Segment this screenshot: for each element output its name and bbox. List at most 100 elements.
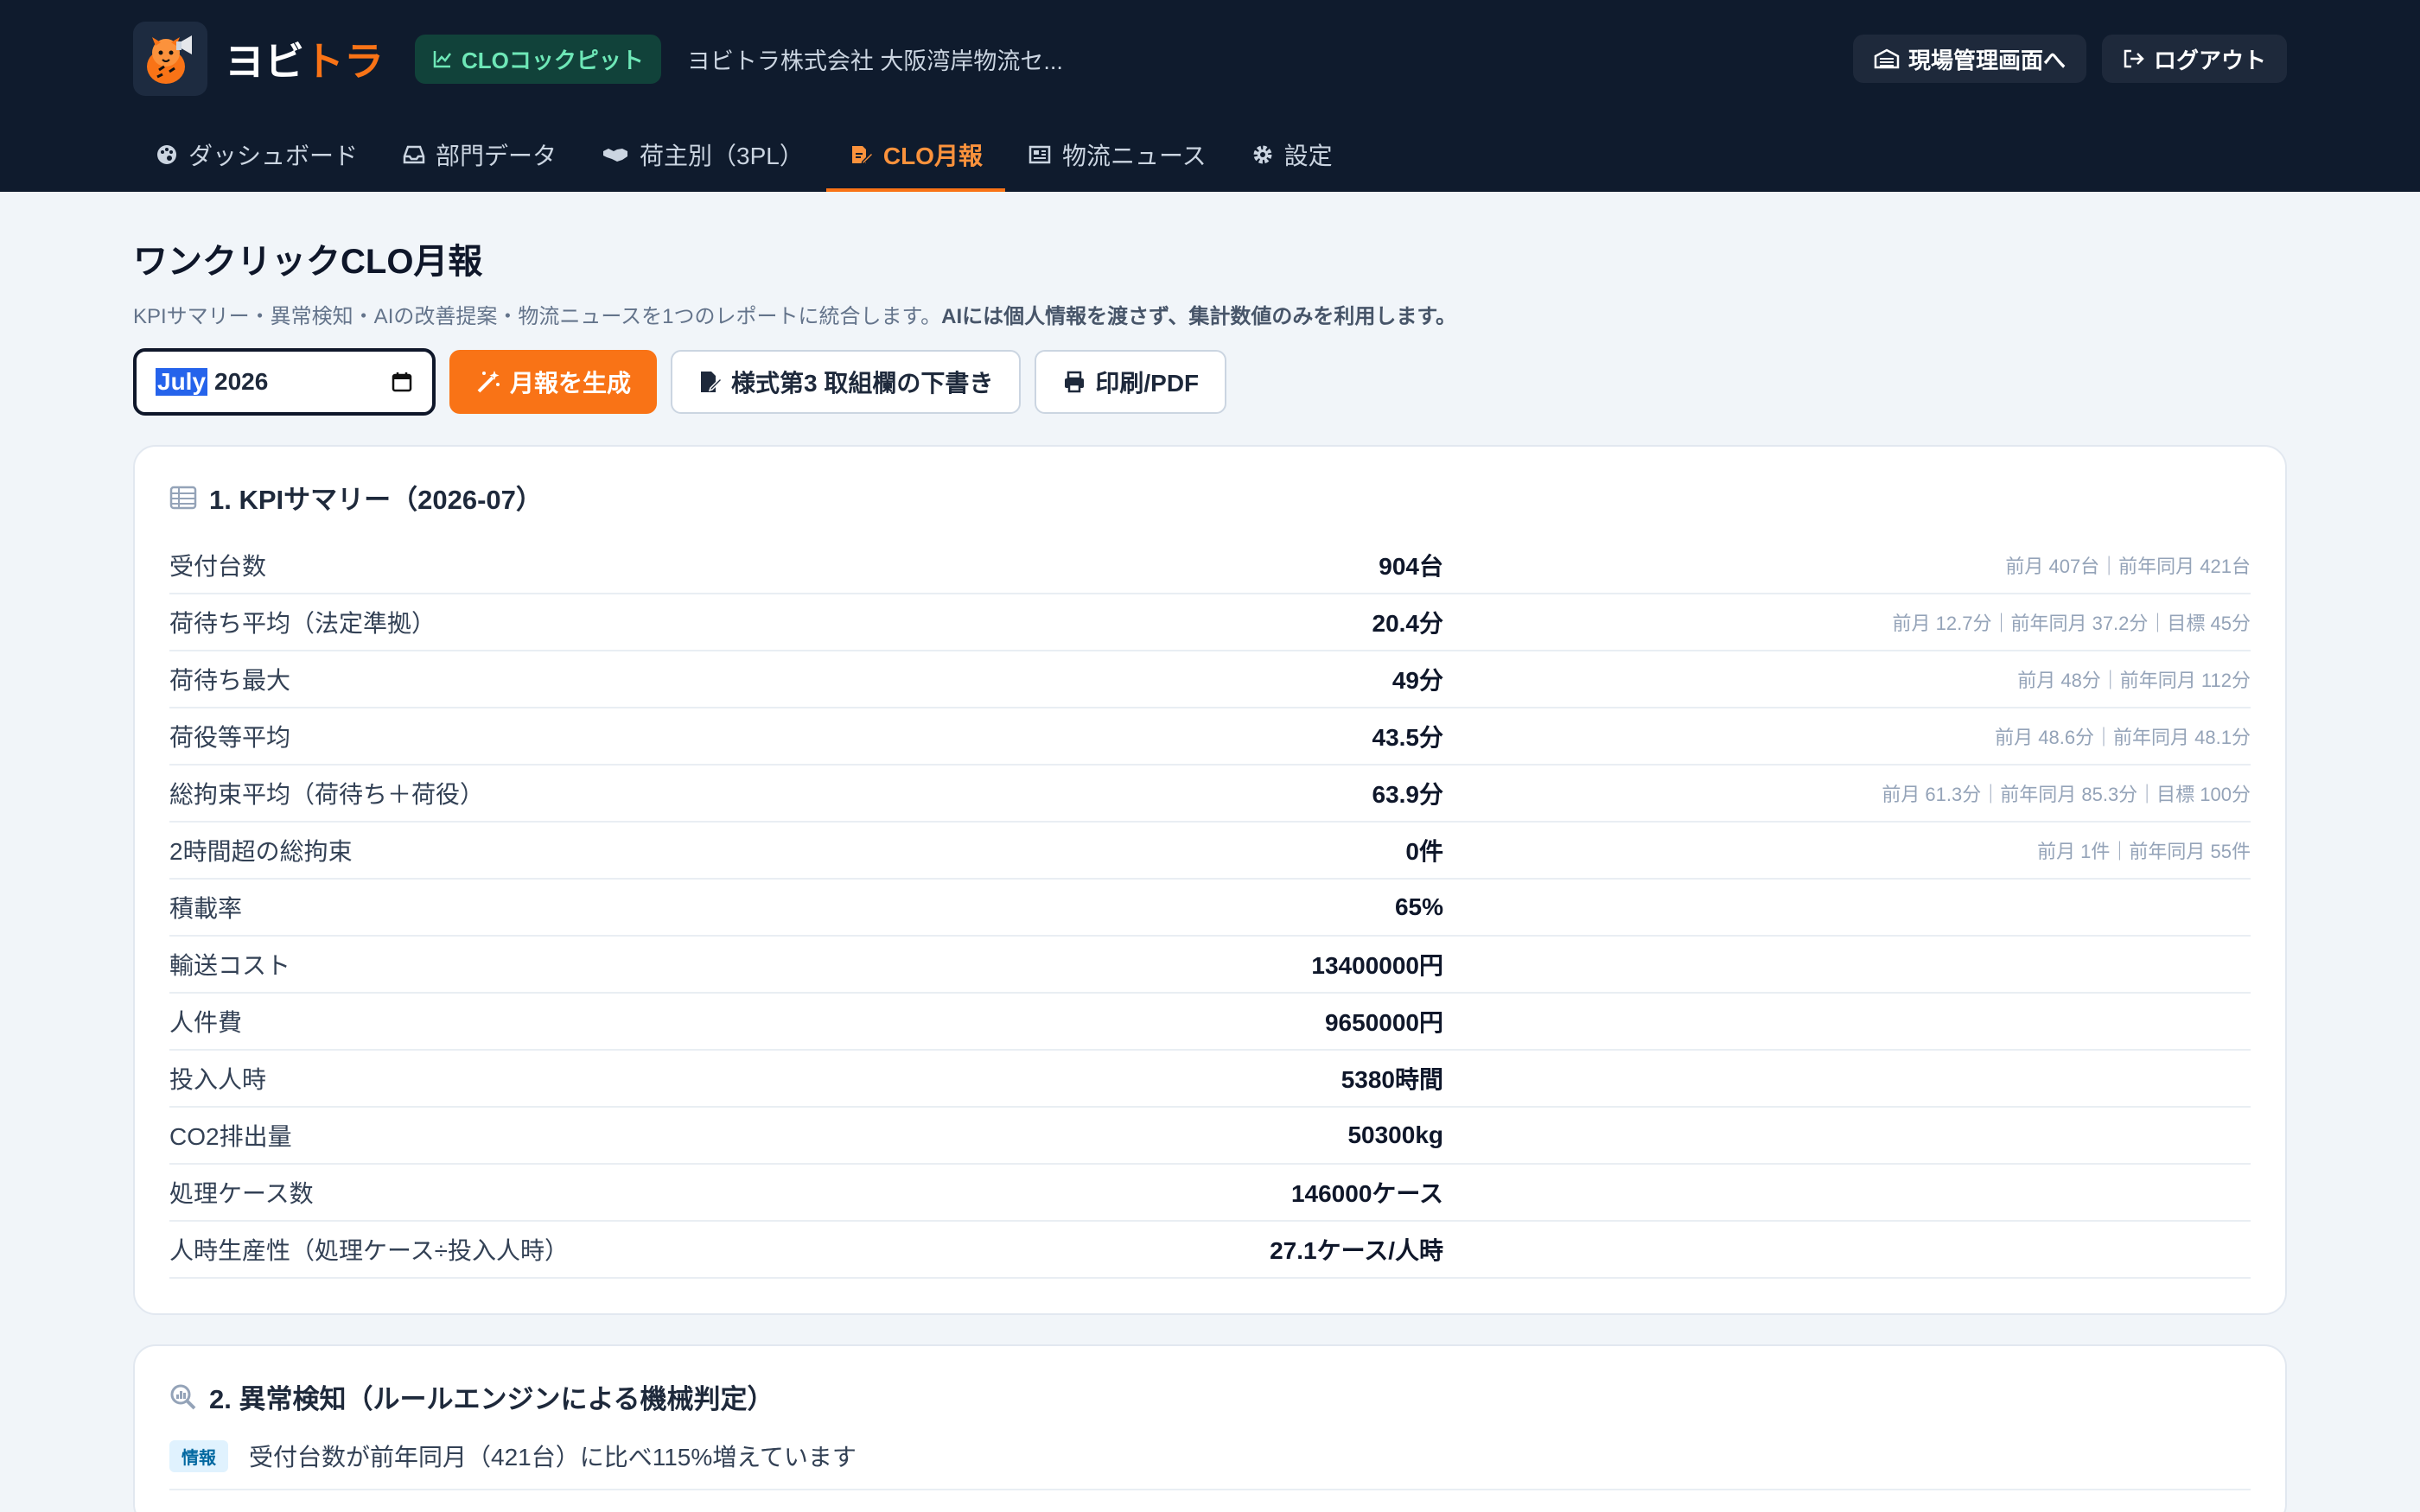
kpi-label: 輸送コスト <box>169 952 291 979</box>
nav-logistics-news-label: 物流ニュース <box>1061 143 1207 169</box>
page-title: ワンクリックCLO月報 <box>133 243 483 281</box>
kpi-comparison: 前月 1件｜前年同月 55件 <box>2037 841 2251 862</box>
severity-badge: 情報 <box>169 1439 228 1472</box>
kpi-value: 20.4分 <box>1372 610 1444 637</box>
nav-shipper-3pl[interactable]: 荷主別（3PL） <box>579 118 826 192</box>
generate-report-button[interactable]: 月報を生成 <box>449 350 658 414</box>
print-pdf-button[interactable]: 印刷/PDF <box>1035 350 1227 414</box>
kpi-comparison: 前月 48分｜前年同月 112分 <box>2017 670 2251 691</box>
page-subtitle-plain: KPIサマリー・異常検知・AIの改善提案・物流ニュースを1つのレポートに統合しま… <box>133 305 942 328</box>
month-picker-input[interactable]: July 2026 <box>133 348 436 416</box>
nav-dashboard[interactable]: ダッシュボード <box>133 118 380 192</box>
kpi-label: 投入人時 <box>169 1066 267 1093</box>
kpi-value: 27.1ケース/人時 <box>1270 1237 1443 1264</box>
kpi-label: 人時生産性（処理ケース÷投入人時） <box>169 1237 569 1264</box>
table-row: 処理ケース数 146000ケース <box>169 1165 2251 1222</box>
site-management-label: 現場管理画面へ <box>1907 47 2066 73</box>
logout-label: ログアウト <box>2153 47 2266 73</box>
kpi-label: 2時間超の総拘束 <box>169 838 353 865</box>
print-pdf-label: 印刷/PDF <box>1095 370 1200 397</box>
nav-dashboard-label: ダッシュボード <box>188 143 359 169</box>
header-actions: 現場管理画面へ ログアウト <box>1852 35 2287 83</box>
kpi-label: 受付台数 <box>169 553 267 580</box>
anomaly-title: 2. 異常検知（ルールエンジンによる機械判定） <box>169 1377 2251 1416</box>
printer-icon <box>1062 370 1086 394</box>
nav-logistics-news[interactable]: 物流ニュース <box>1005 118 1229 192</box>
anomaly-text: 受付台数が前年同月（421台）に比べ115%増えています <box>249 1444 857 1471</box>
nav-clo-report-label: CLO月報 <box>882 143 983 169</box>
table-row: 2時間超の総拘束 0件 前月 1件｜前年同月 55件 <box>169 823 2251 880</box>
tiger-logo-icon[interactable] <box>133 22 207 96</box>
chart-line-icon <box>432 48 453 69</box>
kpi-value: 50300kg <box>1347 1121 1443 1148</box>
kpi-value: 0件 <box>1405 838 1443 865</box>
table-row: CO2排出量 50300kg <box>169 1108 2251 1165</box>
kpi-value: 904台 <box>1379 553 1443 580</box>
page-subtitle: KPIサマリー・異常検知・AIの改善提案・物流ニュースを1つのレポートに統合しま… <box>133 299 2287 329</box>
nav-shipper-3pl-label: 荷主別（3PL） <box>640 143 804 169</box>
brand-row: ヨビトラ CLOコックピット ヨビトラ株式会社 大阪湾岸物流セ... 現場管理画… <box>0 0 2420 118</box>
table-row: 荷待ち平均（法定準拠） 20.4分 前月 12.7分｜前年同月 37.2分｜目標 4… <box>169 594 2251 651</box>
kpi-summary-title: 1. KPIサマリー（2026-07） <box>169 478 2251 517</box>
table-row: 人時生産性（処理ケース÷投入人時） 27.1ケース/人時 <box>169 1222 2251 1279</box>
inbox-icon <box>403 144 425 165</box>
kpi-value: 5380時間 <box>1341 1066 1443 1093</box>
newspaper-icon <box>1028 144 1052 165</box>
clo-cockpit-badge: CLOコックピット <box>415 34 661 84</box>
kpi-value: 65% <box>1394 893 1443 920</box>
brand-name: ヨビトラ <box>225 30 384 87</box>
main-nav: ダッシュボード 部門データ 荷主別（3PL） CLO月報 物流ニュース 設定 <box>0 118 2420 192</box>
kpi-label: 荷待ち最大 <box>169 667 291 694</box>
table-icon <box>169 485 197 511</box>
file-signature-icon <box>698 369 723 395</box>
page-subtitle-bold: AIには個人情報を渡さず、集計数値のみを利用します。 <box>941 305 1457 328</box>
site-management-button[interactable]: 現場管理画面へ <box>1852 35 2086 83</box>
magic-wand-icon <box>475 369 501 395</box>
warehouse-icon <box>1874 48 1900 69</box>
brand-accent: トラ <box>304 39 384 84</box>
table-row: 輸送コスト 13400000円 <box>169 937 2251 994</box>
kpi-label: CO2排出量 <box>169 1123 292 1150</box>
brand-prefix: ヨビ <box>225 39 304 84</box>
table-row: 人件費 9650000円 <box>169 994 2251 1051</box>
kpi-label: 人件費 <box>169 1009 243 1036</box>
kpi-value: 63.9分 <box>1372 781 1444 808</box>
nav-settings-label: 設定 <box>1283 143 1333 169</box>
kpi-comparison: 前月 61.3分｜前年同月 85.3分｜目標 100分 <box>1882 784 2251 805</box>
top-header: ヨビトラ CLOコックピット ヨビトラ株式会社 大阪湾岸物流セ... 現場管理画… <box>0 0 2420 192</box>
month-year: 2026 <box>214 368 269 395</box>
form3-draft-button[interactable]: 様式第3 取組欄の下書き <box>671 350 1022 414</box>
list-item: 情報 受付台数が前年同月（421台）に比べ115%増えています <box>169 1439 2251 1490</box>
report-controls: July 2026 月報を生成 様式第3 取組欄の下書き 印刷/PDF <box>133 348 2287 416</box>
kpi-table: 受付台数 904台 前月 407台｜前年同月 421台 荷待ち平均（法定準拠） 20.… <box>169 537 2251 1279</box>
kpi-label: 荷役等平均 <box>169 724 291 751</box>
kpi-value: 49分 <box>1392 667 1443 694</box>
kpi-comparison: 前月 407台｜前年同月 421台 <box>2005 556 2251 577</box>
gear-icon <box>1251 143 1274 166</box>
kpi-comparison: 前月 48.6分｜前年同月 48.1分 <box>1995 727 2251 748</box>
cockpit-badge-label: CLOコックピット <box>462 47 644 73</box>
kpi-summary-title-text: 1. KPIサマリー（2026-07） <box>209 485 543 515</box>
kpi-label: 処理ケース数 <box>169 1180 314 1207</box>
company-name: ヨビトラ株式会社 大阪湾岸物流セ... <box>686 48 1063 74</box>
sign-out-icon <box>2123 48 2145 69</box>
calendar-icon[interactable] <box>391 371 413 393</box>
kpi-value: 43.5分 <box>1372 724 1444 751</box>
magnifier-chart-icon <box>169 1383 197 1411</box>
month-selected: July <box>156 368 208 396</box>
nav-department-data-label: 部門データ <box>436 143 557 169</box>
kpi-label: 総拘束平均（荷待ち＋荷役） <box>169 781 485 808</box>
logout-button[interactable]: ログアウト <box>2101 35 2287 83</box>
kpi-value: 9650000円 <box>1324 1009 1443 1036</box>
kpi-value: 13400000円 <box>1311 952 1443 979</box>
kpi-label: 荷待ち平均（法定準拠） <box>169 610 436 637</box>
kpi-summary-card: 1. KPIサマリー（2026-07） 受付台数 904台 前月 407台｜前年同月… <box>133 445 2287 1315</box>
kpi-comparison: 前月 12.7分｜前年同月 37.2分｜目標 45分 <box>1892 613 2251 634</box>
nav-department-data[interactable]: 部門データ <box>380 118 579 192</box>
table-row: 積載率 65% <box>169 880 2251 937</box>
nav-clo-report[interactable]: CLO月報 <box>825 118 1006 192</box>
kpi-label: 積載率 <box>169 895 243 922</box>
kpi-value: 146000ケース <box>1290 1180 1443 1207</box>
anomaly-title-text: 2. 異常検知（ルールエンジンによる機械判定） <box>209 1384 774 1414</box>
nav-settings[interactable]: 設定 <box>1229 118 1355 192</box>
